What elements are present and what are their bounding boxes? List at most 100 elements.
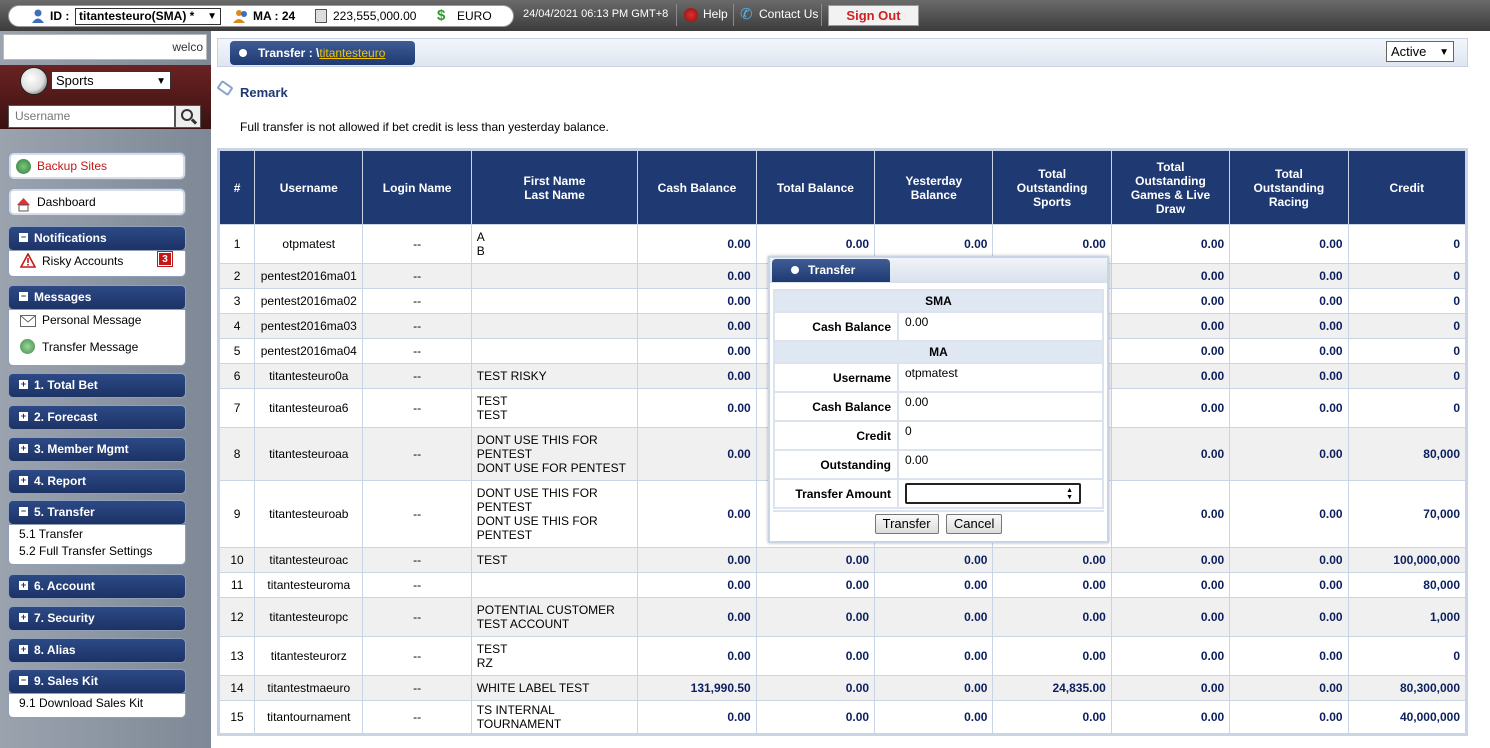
table-cell: -- [362, 224, 472, 264]
ma-count: MA : 24 [253, 9, 296, 23]
name-cell [470, 338, 639, 364]
help-link[interactable]: Help [703, 7, 728, 21]
menu-report[interactable]: + 4. Report [8, 469, 186, 494]
table-cell: 0 [1347, 363, 1468, 389]
menu-total-bet[interactable]: + 1. Total Bet [8, 373, 186, 398]
username-cell: titantesteuroab [254, 480, 364, 548]
welcome-marquee: welco [3, 34, 207, 60]
submenu-full-transfer-settings[interactable]: 5.2 Full Transfer Settings [19, 544, 152, 558]
sign-out-button[interactable]: Sign Out [828, 5, 919, 26]
messages-title: Messages [34, 290, 92, 304]
cancel-button[interactable]: Cancel [945, 514, 1003, 534]
table-cell: 0.00 [637, 338, 757, 364]
username-search-input[interactable]: Username [8, 105, 175, 128]
risky-count-badge: 3 [157, 251, 173, 267]
personal-message-link[interactable]: Personal Message [42, 313, 141, 327]
table-cell: 0 [1347, 263, 1468, 289]
expand-icon: + [19, 644, 28, 654]
column-header: Total Outstanding Sports [992, 149, 1112, 225]
menu-security[interactable]: + 7. Security [8, 606, 186, 631]
breadcrumb-link[interactable]: titantesteuro [319, 46, 385, 60]
table-cell: 0.00 [1110, 572, 1231, 598]
transfer-amount-label: Transfer Amount [773, 478, 899, 509]
column-header: Total Outstanding Games & Live Draw [1110, 149, 1231, 225]
table-cell: 0.00 [874, 636, 994, 676]
username-label: Username [773, 362, 899, 393]
table-cell: 0.00 [1110, 547, 1231, 573]
menu-label: 5. Transfer [34, 505, 95, 519]
help-icon[interactable] [684, 8, 698, 22]
sport-select[interactable]: Sports ▼ [51, 71, 171, 90]
notifications-header[interactable]: − Notifications [8, 226, 186, 251]
menu-transfer[interactable]: − 5. Transfer [8, 500, 186, 525]
transfer-message-icon [20, 339, 35, 354]
remark-text: Full transfer is not allowed if bet cred… [240, 120, 609, 134]
transfer-button[interactable]: Transfer [874, 514, 939, 534]
messages-header[interactable]: − Messages [8, 285, 186, 310]
table-row[interactable]: 11 titantesteuroma -- 0.00 0.00 0.00 0.00 0.00 0… [217, 572, 1468, 598]
contact-us-link[interactable]: Contact Us [759, 7, 818, 21]
table-row[interactable]: 13 titantesteurorz -- TEST RZ 0.00 0.00 0.00 0.… [217, 636, 1468, 676]
credit-value: 0 [897, 420, 1104, 451]
menu-label: 7. Security [34, 611, 95, 625]
status-select[interactable]: Active ▼ [1386, 41, 1454, 62]
menu-label: 2. Forecast [34, 410, 98, 424]
name-cell [470, 288, 639, 314]
transfer-message-link[interactable]: Transfer Message [42, 340, 138, 354]
outstanding-value: 0.00 [897, 449, 1104, 480]
column-header: Login Name [362, 149, 472, 225]
menu-account[interactable]: + 6. Account [8, 574, 186, 599]
table-cell: 0.00 [637, 427, 757, 481]
transfer-amount-cell: ▲ ▼ [897, 478, 1104, 509]
menu-member-mgmt[interactable]: + 3. Member Mgmt [8, 437, 186, 462]
collapse-icon: − [19, 232, 28, 242]
table-cell: 0.00 [1229, 636, 1349, 676]
bullet-icon [239, 49, 247, 57]
submenu-transfer[interactable]: 5.1 Transfer [19, 527, 83, 541]
table-row[interactable]: 14 titantestmaeuro -- WHITE LABEL TEST 131,9… [217, 675, 1468, 701]
ma-cash-balance-value: 0.00 [897, 391, 1104, 422]
table-cell: 0.00 [1110, 597, 1231, 637]
menu-sales-kit[interactable]: − 9. Sales Kit [8, 669, 186, 694]
transfer-amount-input[interactable]: ▲ ▼ [905, 483, 1081, 504]
spinner-arrows-icon[interactable]: ▲ ▼ [1066, 487, 1073, 501]
user-icon [31, 9, 45, 23]
id-select[interactable]: titantesteuro(SMA) * ▼ [75, 8, 221, 25]
table-cell: 0.00 [1229, 363, 1349, 389]
id-label: ID : [50, 9, 70, 23]
menu-forecast[interactable]: + 2. Forecast [8, 405, 186, 430]
dollar-icon: $ [437, 7, 446, 24]
menu-label: 4. Report [34, 474, 87, 488]
table-cell: 0.00 [874, 547, 994, 573]
dialog-form: SMA Cash Balance 0.00 MA Username otpmat… [773, 289, 1104, 509]
menu-alias[interactable]: + 8. Alias [8, 638, 186, 663]
table-cell: 0.00 [637, 480, 757, 548]
table-cell: 3 [217, 288, 256, 314]
balance-value: 223,555,000.00 [333, 9, 417, 23]
table-row[interactable]: 15 titantournament -- TS INTERNAL TOURNAMEN… [217, 700, 1468, 735]
table-cell: 0.00 [874, 572, 994, 598]
column-header: Credit [1347, 149, 1468, 225]
search-button[interactable] [175, 105, 201, 128]
table-cell: 0.00 [1229, 263, 1349, 289]
username-cell: pentest2016ma04 [254, 338, 364, 364]
collapse-icon: − [19, 291, 28, 301]
risky-accounts-link[interactable]: Risky Accounts [42, 254, 123, 268]
dashboard-button[interactable]: Dashboard [8, 188, 186, 216]
backup-sites-button[interactable]: Backup Sites [8, 152, 186, 180]
table-cell: 40,000,000 [1347, 700, 1468, 735]
table-cell: -- [362, 313, 472, 339]
submenu-download-sales-kit[interactable]: 9.1 Download Sales Kit [19, 696, 143, 710]
table-cell: 0.00 [637, 572, 757, 598]
table-cell: -- [362, 263, 472, 289]
table-cell: 0.00 [1229, 480, 1349, 548]
table-cell: 0.00 [637, 597, 757, 637]
table-cell: 14 [217, 675, 256, 701]
table-cell: 0.00 [1110, 338, 1231, 364]
divider [733, 4, 734, 26]
table-row[interactable]: 12 titantesteuropc -- POTENTIAL CUSTOMER TE… [217, 597, 1468, 637]
table-row[interactable]: 10 titantesteuroac -- TEST 0.00 0.00 0.00 0.00 0… [217, 547, 1468, 573]
phone-icon[interactable]: ✆ [740, 7, 753, 22]
table-cell: 0.00 [637, 288, 757, 314]
table-cell: 6 [217, 363, 256, 389]
